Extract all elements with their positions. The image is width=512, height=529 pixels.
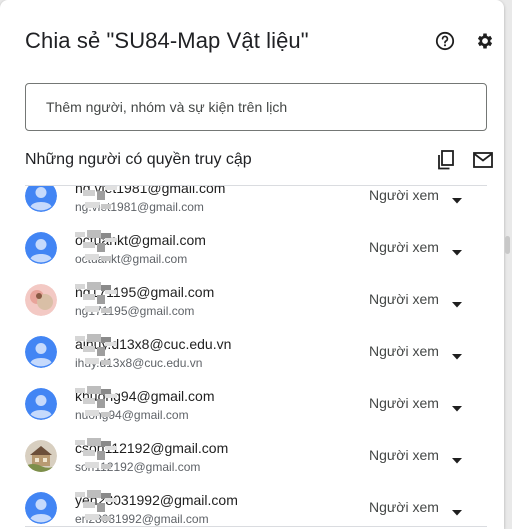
person-email: ng171195@gmail.com	[75, 304, 195, 318]
list-bottom-divider	[25, 526, 487, 527]
person-row: ng.viet1981@gmail.com ng.viet1981@gmail.c…	[0, 185, 504, 222]
default-avatar-icon	[25, 185, 57, 212]
add-people-input[interactable]	[26, 84, 486, 130]
default-avatar-icon	[25, 492, 57, 524]
people-list: ng.viet1981@gmail.com ng.viet1981@gmail.c…	[0, 185, 504, 529]
role-label: Người xem	[369, 343, 439, 359]
role-label: Người xem	[369, 499, 439, 515]
gear-icon[interactable]	[474, 30, 496, 52]
person-email: ng.viet1981@gmail.com	[75, 200, 204, 214]
person-email: octuankt@gmail.com	[75, 252, 188, 266]
caret-down-icon	[452, 503, 462, 519]
person-row: cson112192@gmail.com son112192@gmail.com N…	[0, 430, 504, 482]
person-name: yen28031992@gmail.com	[75, 492, 238, 508]
role-label: Người xem	[369, 291, 439, 307]
role-dropdown[interactable]: Người xem	[362, 232, 474, 262]
caret-down-icon	[452, 451, 462, 467]
role-dropdown[interactable]: Người xem	[362, 284, 474, 314]
avatar	[25, 440, 57, 472]
caret-down-icon	[452, 399, 462, 415]
caret-down-icon	[452, 295, 462, 311]
role-dropdown[interactable]: Người xem	[362, 185, 474, 210]
role-label: Người xem	[369, 239, 439, 255]
person-row: octuankt@gmail.com octuankt@gmail.com Ngườ…	[0, 222, 504, 274]
caret-down-icon	[452, 191, 462, 207]
avatar	[25, 284, 57, 316]
person-name: aihuy.d13x8@cuc.edu.vn	[75, 336, 232, 352]
default-avatar-icon	[25, 388, 57, 420]
person-row: khuong94@gmail.com nuong94@gmail.com Người…	[0, 378, 504, 430]
caret-down-icon	[452, 347, 462, 363]
person-name: ng.viet1981@gmail.com	[75, 185, 226, 196]
role-label: Người xem	[369, 447, 439, 463]
role-label: Người xem	[369, 395, 439, 411]
access-section-title: Những người có quyền truy cập	[25, 151, 252, 168]
copy-icon[interactable]	[436, 150, 456, 170]
share-dialog: Chia sẻ "SU84-Map Vật liệu" Những người …	[0, 0, 504, 529]
role-dropdown[interactable]: Người xem	[362, 388, 474, 418]
help-icon[interactable]	[434, 30, 456, 52]
person-row: yen28031992@gmail.com en28031992@gmail.co…	[0, 482, 504, 529]
role-dropdown[interactable]: Người xem	[362, 440, 474, 470]
add-people-field[interactable]	[25, 83, 487, 131]
person-email: nuong94@gmail.com	[75, 408, 189, 422]
person-email: son112192@gmail.com	[75, 460, 201, 474]
person-name: ng171195@gmail.com	[75, 284, 215, 300]
default-avatar-icon	[25, 232, 57, 264]
scrollbar-thumb[interactable]	[505, 236, 510, 254]
role-dropdown[interactable]: Người xem	[362, 336, 474, 366]
role-dropdown[interactable]: Người xem	[362, 492, 474, 522]
person-email: en28031992@gmail.com	[75, 512, 209, 526]
dialog-title: Chia sẻ "SU84-Map Vật liệu"	[25, 28, 309, 53]
list-divider	[25, 185, 487, 186]
caret-down-icon	[452, 243, 462, 259]
mail-icon[interactable]	[473, 150, 493, 170]
person-row: aihuy.d13x8@cuc.edu.vn ihuy.d13x8@cuc.edu…	[0, 326, 504, 378]
person-email: ihuy.d13x8@cuc.edu.vn	[75, 356, 203, 370]
role-label: Người xem	[369, 187, 439, 203]
default-avatar-icon	[25, 336, 57, 368]
person-name: cson112192@gmail.com	[75, 440, 229, 456]
person-name: khuong94@gmail.com	[75, 388, 215, 404]
person-row: ng171195@gmail.com ng171195@gmail.com Ngườ…	[0, 274, 504, 326]
person-name: octuankt@gmail.com	[75, 232, 206, 248]
